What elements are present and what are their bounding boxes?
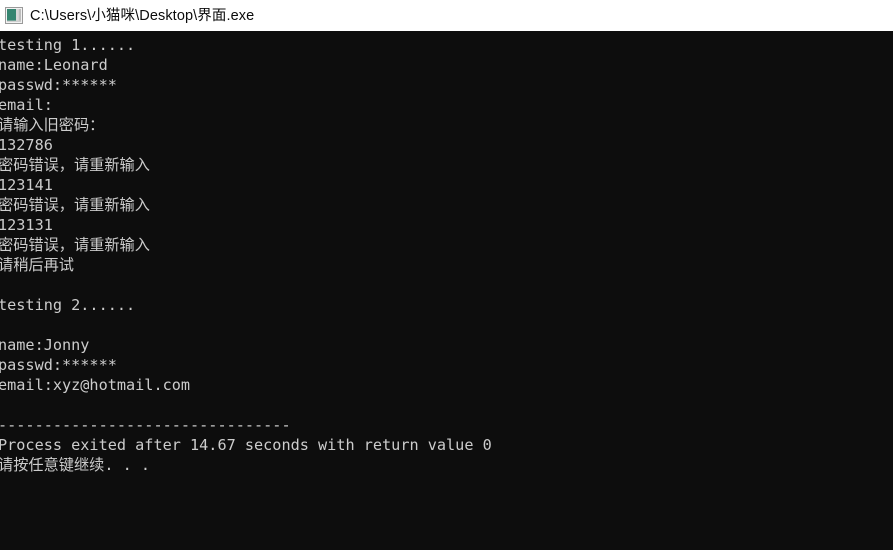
console-line: 123141 [0,176,53,194]
console-line: 请稍后再试 [0,256,74,274]
console-app-icon [5,7,23,24]
console-line: 密码错误，请重新输入 [0,196,150,214]
console-line: Process exited after 14.67 seconds with … [0,436,492,454]
console-window: C:\Users\小猫咪\Desktop\界面.exe testing 1...… [0,0,893,550]
console-line: 123131 [0,216,53,234]
console-line: name:Jonny [0,336,90,354]
console-line: testing 2...... [0,296,136,314]
console-line: name:Leonard [0,56,108,74]
console-line: -------------------------------- [0,416,291,434]
console-line: 请输入旧密码： [0,116,105,134]
console-line: 密码错误，请重新输入 [0,156,150,174]
console-line: passwd:****** [0,356,117,374]
console-line: email: [0,96,53,114]
console-text-buffer: testing 1...... name:Leonard passwd:******… [0,35,492,475]
console-line: 132786 [0,136,53,154]
window-title: C:\Users\小猫咪\Desktop\界面.exe [30,7,255,24]
console-line: email:xyz@hotmail.com [0,376,191,394]
console-line: 密码错误，请重新输入 [0,236,150,254]
console-line: testing 1...... [0,36,136,54]
console-line: passwd:****** [0,76,117,94]
console-line: 请按任意键继续. . . [0,456,151,474]
console-output-area[interactable]: testing 1...... name:Leonard passwd:******… [0,31,893,550]
title-bar[interactable]: C:\Users\小猫咪\Desktop\界面.exe [0,0,893,31]
